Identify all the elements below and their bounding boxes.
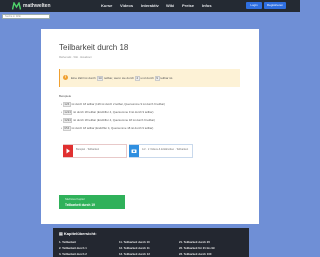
login-button[interactable]: Login bbox=[246, 2, 262, 9]
example-number: 3294 bbox=[62, 118, 73, 123]
nav-videos[interactable]: Videos bbox=[120, 3, 133, 8]
examples-heading: Beispiele bbox=[59, 94, 72, 98]
next-chapter-label[interactable]: Nächstes Kapitel bbox=[65, 198, 84, 201]
example-text: ist durch 18 teilbar (Endziffer 4, Quers… bbox=[73, 118, 155, 122]
nav-interaktiv[interactable]: Interaktiv bbox=[141, 3, 159, 8]
list-icon: ▤ bbox=[59, 231, 63, 236]
rule-text-part: teilbar ist. bbox=[160, 76, 174, 80]
example-number: 1224 bbox=[62, 110, 73, 115]
rule-text-part: teilbar, wenn sie durch bbox=[104, 76, 135, 80]
chapter-link[interactable]: 3. Teilbarkeit durch 2 bbox=[59, 252, 87, 256]
example-text: ist durch 18 teilbar (126 ist durch 2 te… bbox=[71, 102, 166, 106]
rule-text: Eine Zahl ist durch 18 teilbar, wenn sie… bbox=[71, 76, 174, 81]
warning-icon: ! bbox=[63, 75, 68, 80]
register-button[interactable]: Registrieren bbox=[264, 2, 286, 9]
chapter-overview-title: Kapitelübersicht: bbox=[63, 231, 97, 236]
nav-kurse[interactable]: Kurse bbox=[101, 3, 112, 8]
list-item: • 3294 ist durch 18 teilbar (Endziffer 4… bbox=[61, 118, 155, 123]
next-chapter-title[interactable]: Teilbarkeit durch 19 bbox=[65, 203, 95, 207]
chapter-overview-heading: ▤ Kapitelübersicht: bbox=[59, 231, 97, 236]
video-label[interactable]: Beispiel · Teilbarkeit bbox=[76, 148, 99, 151]
nav-infos[interactable]: Infos bbox=[202, 3, 212, 8]
rule-code: 2 bbox=[134, 76, 140, 81]
list-item: • 126 ist durch 18 teilbar (126 ist durc… bbox=[61, 102, 166, 107]
chapter-link[interactable]: 2. Teilbarkeit durch 1 bbox=[59, 246, 87, 250]
play-video-icon[interactable] bbox=[63, 145, 73, 157]
chapter-link[interactable]: 11. Teilbarkeit durch 10 bbox=[119, 240, 150, 244]
article-meta: Mathematik · Wiki · Aktualisiert bbox=[59, 56, 92, 59]
chapter-link[interactable]: 22. Teilbarkeit für 21 bis 99 bbox=[179, 246, 215, 250]
video-label[interactable]: 1/2 · 2 Videos & Erklärvideo · Teilbarke… bbox=[142, 148, 188, 151]
search-input[interactable]: Suche in Wiki bbox=[2, 14, 50, 19]
example-text: ist durch 18 teilbar (Endziffer 4, Quers… bbox=[71, 126, 154, 130]
chapter-link[interactable]: 12. Teilbarkeit durch 11 bbox=[119, 246, 150, 250]
example-number: 954 bbox=[62, 126, 71, 131]
rule-text-part: Eine Zahl ist durch bbox=[71, 76, 96, 80]
chapter-link[interactable]: 23. Teilbarkeit durch 100 bbox=[179, 252, 211, 256]
list-item: • 1224 ist durch 18 teilbar (Endziffer 4… bbox=[61, 110, 154, 115]
list-item: • 954 ist durch 18 teilbar (Endziffer 4,… bbox=[61, 126, 154, 131]
chapter-link[interactable]: 13. Teilbarkeit durch 12 bbox=[119, 252, 150, 256]
rule-text-part: und durch bbox=[140, 76, 154, 80]
mathwelten-logo-icon[interactable] bbox=[12, 2, 21, 10]
example-text: ist durch 18 teilbar (Endziffer 4, Quers… bbox=[73, 110, 154, 114]
logo-text[interactable]: mathwelten bbox=[23, 3, 51, 9]
rule-code: 9 bbox=[154, 76, 160, 81]
page-title: Teilbarkeit durch 18 bbox=[59, 43, 129, 52]
nav-wiki[interactable]: Wiki bbox=[166, 3, 174, 8]
chapter-link[interactable]: 1. Teilbarkeit bbox=[59, 240, 76, 244]
rule-code: 18 bbox=[96, 76, 104, 81]
nav-preise[interactable]: Preise bbox=[182, 3, 194, 8]
camera-icon[interactable] bbox=[129, 145, 139, 157]
chapter-link[interactable]: 21. Teilbarkeit durch 20 bbox=[179, 240, 210, 244]
example-number: 126 bbox=[62, 102, 71, 107]
